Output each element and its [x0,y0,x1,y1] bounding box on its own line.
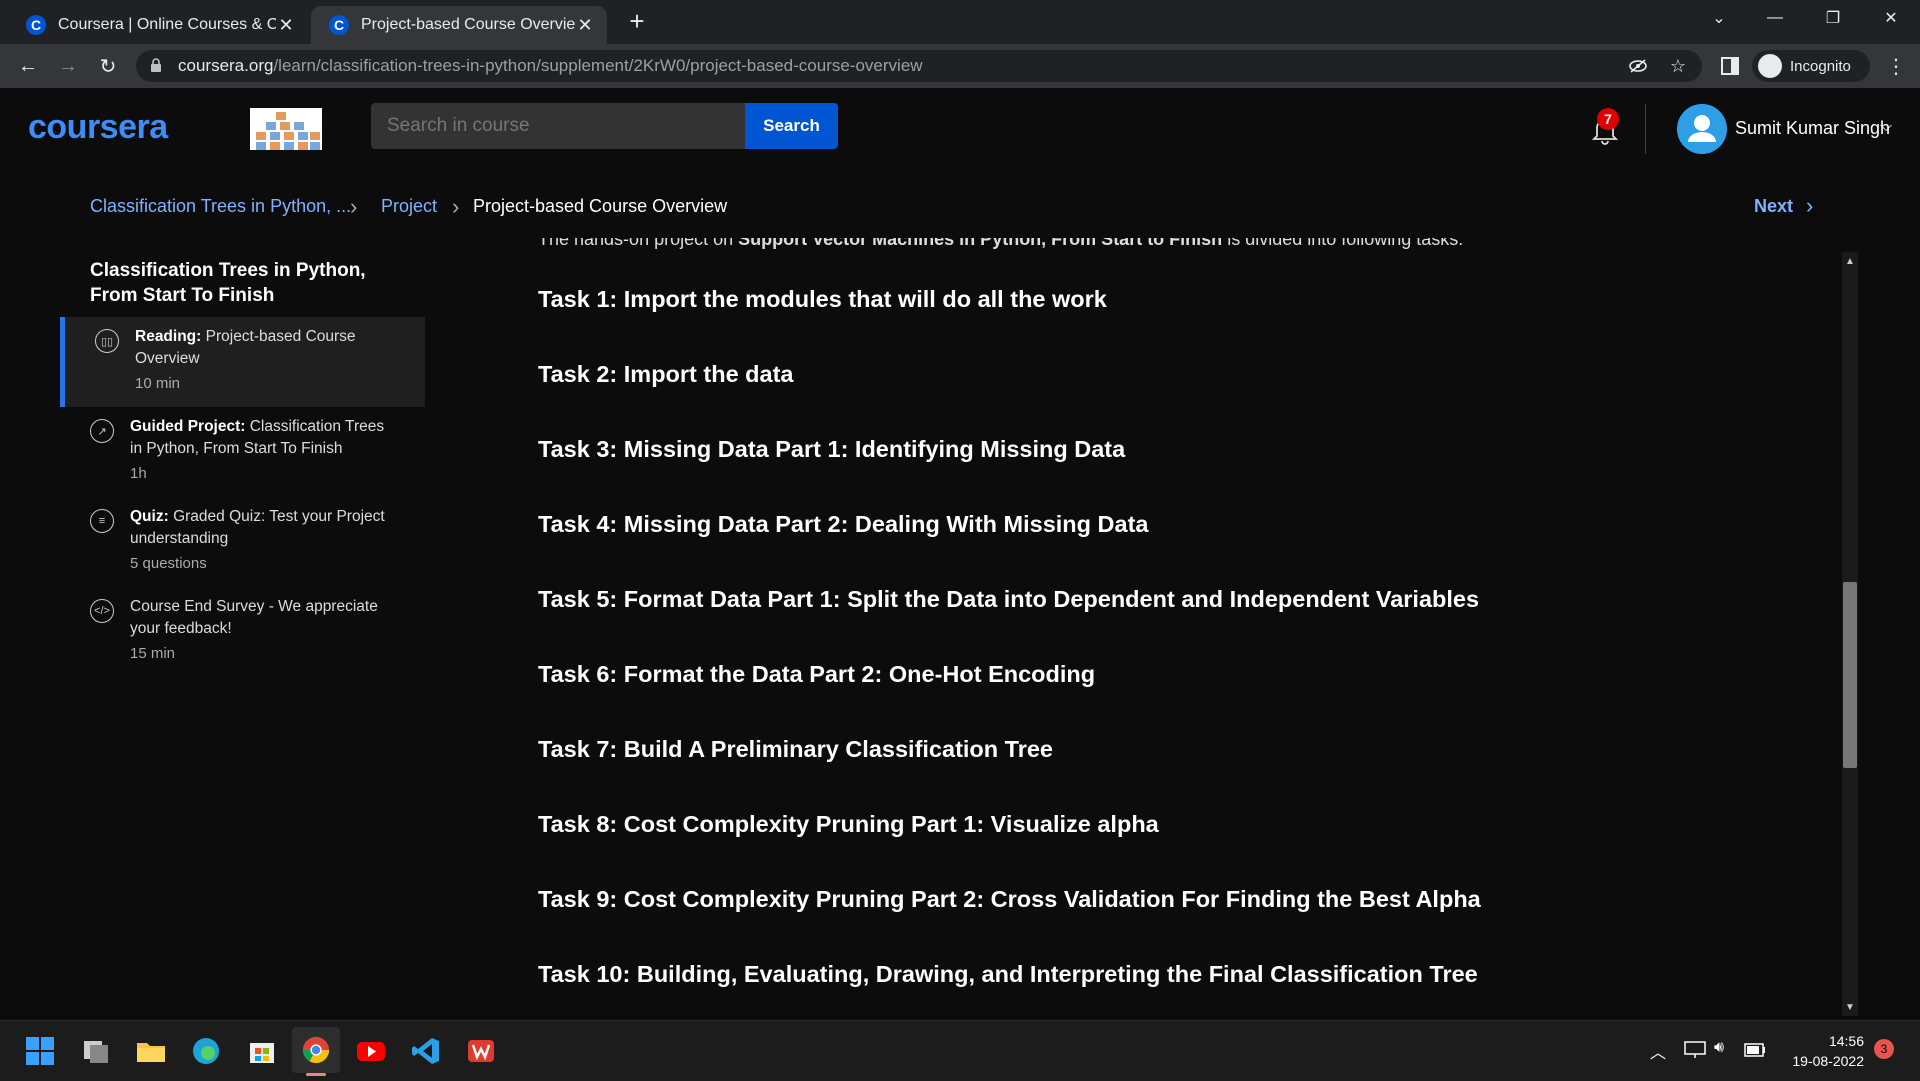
task-heading: Task 7: Build A Preliminary Classificati… [538,736,1054,762]
task-heading: Task 8: Cost Complexity Pruning Part 1: … [538,811,1159,837]
scroll-down-arrow-icon[interactable]: ▼ [1844,1002,1856,1013]
scrollbar-thumb[interactable] [1843,582,1857,768]
sidebar-item-label: Quiz: Graded Quiz: Test your Project und… [130,508,385,547]
incognito-icon [1758,54,1782,78]
task-view-icon[interactable] [80,1035,112,1067]
chrome-taskbar-button[interactable] [292,1027,340,1073]
external-link-icon: ↗ [90,419,114,443]
clock-time: 14:56 [1828,1033,1864,1049]
url-text: coursera.org/learn/classification-trees-… [178,56,923,75]
tab-title: Project-based Course Overview | [361,16,575,33]
intro-paragraph: The hands-on project on Support Vector M… [538,238,1464,249]
breadcrumb-current: Project-based Course Overview [473,196,728,216]
browser-tab-coursera-home[interactable]: C Coursera | Online Courses & Cre ✕ [8,6,308,44]
vscode-icon[interactable] [410,1035,442,1067]
task-heading: Task 1: Import the modules that will do … [538,286,1107,312]
reload-icon[interactable]: ↻ [94,52,122,80]
breadcrumb-course-link[interactable]: Classification Trees in Python, ... [90,196,351,217]
next-button[interactable]: Next [1754,196,1793,217]
tab-search-chevron-icon[interactable]: ⌄ [1694,0,1744,36]
minimize-icon[interactable]: — [1750,0,1800,36]
task-heading: Task 10: Building, Evaluating, Drawing, … [538,961,1478,987]
sidebar-item-label: Course End Survey - We appreciate your f… [130,598,378,637]
tracking-off-eye-icon[interactable] [1626,54,1650,78]
sidebar-item-survey[interactable]: </> Course End Survey - We appreciate yo… [60,587,420,677]
browser-tab-bar: C Coursera | Online Courses & Cre ✕ C Pr… [0,0,1920,44]
notification-center-badge[interactable]: 3 [1874,1039,1894,1059]
address-bar[interactable]: coursera.org/learn/classification-trees-… [136,50,1702,82]
breadcrumb-section-link[interactable]: Project [381,196,437,217]
task-heading: Task 6: Format the Data Part 2: One-Hot … [538,661,1096,687]
sidebar-item-label: Guided Project: Classification Trees in … [130,418,385,457]
user-name[interactable]: Sumit Kumar Singh [1735,118,1890,139]
task-heading: Task 2: Import the data [538,361,794,387]
network-icon[interactable] [1684,1041,1706,1059]
file-explorer-icon[interactable] [135,1035,167,1067]
close-tab-icon[interactable]: ✕ [276,15,296,36]
browser-menu-icon[interactable]: ⋮ [1886,54,1906,79]
sidebar-item-label: Reading: Project-based Course Overview [135,328,356,367]
browser-tab-course-overview[interactable]: C Project-based Course Overview | ✕ [311,6,607,44]
breadcrumb-chevron-icon: › [452,194,460,219]
clock-date: 19-08-2022 [1792,1053,1864,1069]
browser-toolbar: ← → ↻ coursera.org/learn/classification-… [0,44,1920,88]
book-icon: ▯▯ [95,329,119,353]
user-avatar[interactable] [1677,104,1727,154]
sidebar-item-quiz[interactable]: ≡ Quiz: Graded Quiz: Test your Project u… [60,497,420,587]
youtube-icon[interactable] [355,1035,387,1067]
coursera-favicon-icon: C [329,15,349,35]
scroll-up-arrow-icon[interactable]: ▲ [1844,256,1856,267]
sidebar-item-reading[interactable]: ▯▯ Reading: Project-based Course Overvie… [60,317,425,407]
edge-browser-icon[interactable] [190,1035,222,1067]
active-app-indicator [306,1073,326,1076]
side-panel-icon[interactable] [1716,52,1744,80]
system-clock[interactable]: 14:56 19-08-2022 [1784,1031,1864,1071]
quiz-icon: ≡ [90,509,114,533]
task-heading: Task 9: Cost Complexity Pruning Part 2: … [538,886,1481,912]
breadcrumb-chevron-icon: › [350,194,358,219]
task-heading: Task 3: Missing Data Part 1: Identifying… [538,436,1126,462]
notification-count-badge: 7 [1597,108,1619,130]
new-tab-plus-icon[interactable]: + [622,8,652,36]
volume-icon[interactable]: 🔊︎ [1714,1039,1724,1057]
sidebar-item-meta: 5 questions [130,555,207,572]
incognito-label: Incognito [1790,57,1851,75]
coursera-logo[interactable]: coursera [28,108,168,147]
windows-taskbar: ︿ 🔊︎ 14:56 19-08-2022 3 [0,1020,1920,1081]
search-button[interactable]: Search [745,103,838,149]
close-tab-icon[interactable]: ✕ [575,15,595,36]
incognito-indicator[interactable]: Incognito [1752,50,1870,82]
chevron-down-icon[interactable]: ⌵ [1880,118,1892,136]
sidebar-item-meta: 15 min [130,645,176,662]
bookmark-star-icon[interactable]: ☆ [1666,54,1690,78]
course-search-input[interactable] [371,103,745,149]
back-arrow-icon[interactable]: ← [14,52,42,80]
battery-icon[interactable] [1744,1043,1766,1057]
tab-title: Coursera | Online Courses & Cre [58,16,276,33]
tray-overflow-chevron-icon[interactable]: ︿ [1650,1039,1666,1063]
forward-arrow-icon[interactable]: → [54,52,82,80]
chevron-right-icon[interactable]: › [1806,193,1813,219]
sidebar-item-meta: 1h [130,465,147,482]
partner-logo [250,108,322,150]
header-divider [1645,104,1646,154]
wps-office-icon[interactable] [465,1035,497,1067]
lock-icon [151,58,161,72]
sidebar-item-guided-project[interactable]: ↗ Guided Project: Classification Trees i… [60,407,420,497]
close-window-icon[interactable]: ✕ [1866,0,1916,36]
coursera-favicon-icon: C [26,15,46,35]
task-heading: Task 4: Missing Data Part 2: Dealing Wit… [538,511,1149,537]
code-icon: </> [90,599,114,623]
restore-icon[interactable]: ❐ [1808,0,1858,36]
microsoft-store-icon[interactable] [246,1035,278,1067]
sidebar-course-title: Classification Trees in Python, From Sta… [90,260,366,306]
sidebar-item-meta: 10 min [135,375,181,392]
windows-start-icon[interactable] [24,1035,56,1067]
chrome-icon [302,1036,330,1064]
task-heading: Task 5: Format Data Part 1: Split the Da… [538,586,1480,612]
